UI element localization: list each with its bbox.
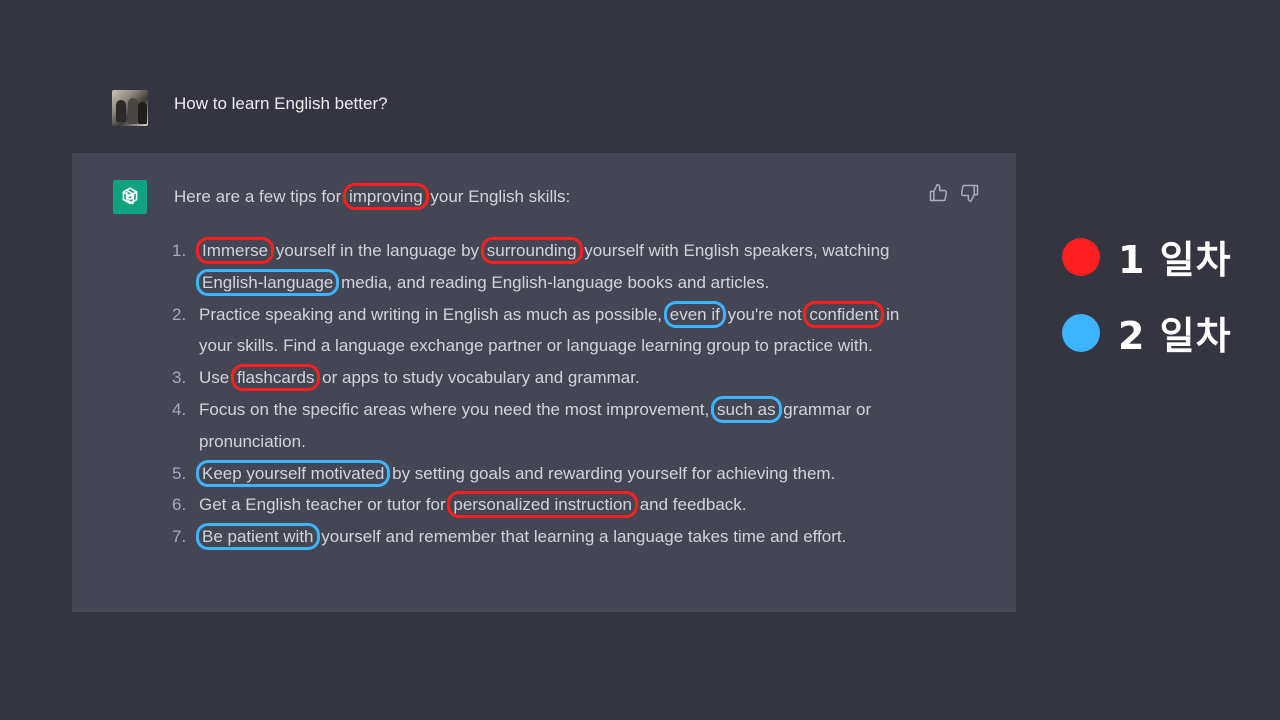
blue-dot-icon bbox=[1062, 313, 1100, 352]
highlight-red: improving bbox=[342, 183, 429, 210]
list-item-text: Get a English teacher or tutor for bbox=[199, 495, 451, 515]
list-item-text: Focus on the specific areas where you ne… bbox=[199, 399, 714, 419]
list-item-text: Practice speaking and writing in English… bbox=[199, 304, 667, 324]
list-item: 1. Immerse yourself in the language by su… bbox=[172, 235, 932, 299]
thumbs-down-icon[interactable] bbox=[960, 183, 980, 203]
highlight-blue: English-language bbox=[196, 268, 340, 296]
red-dot-icon bbox=[1062, 237, 1100, 276]
user-avatar bbox=[112, 90, 148, 126]
list-item: 5. Keep yourself motivated by setting goa… bbox=[172, 458, 932, 490]
list-item-number: 7. bbox=[172, 527, 187, 547]
highlight-red: personalized instruction bbox=[447, 491, 638, 519]
list-item: 7. Be patient with yourself and remember … bbox=[172, 521, 932, 553]
list-item: 6. Get a English teacher or tutor for per… bbox=[172, 489, 932, 521]
assistant-message-panel: Here are a few tips for improving your E… bbox=[72, 153, 1016, 612]
list-item-number: 5. bbox=[172, 463, 187, 483]
intro-text-after: your English skills: bbox=[425, 187, 571, 206]
list-item-text: yourself in the language by bbox=[271, 241, 484, 260]
highlight-blue: Be patient with bbox=[196, 523, 320, 551]
legend-item-day2: 2 일차 bbox=[1062, 305, 1232, 360]
list-item: 4. Focus on the specific areas where you … bbox=[172, 394, 932, 458]
list-item-text: yourself and remember that learning a la… bbox=[316, 527, 847, 547]
list-item-text: or apps to study vocabulary and grammar. bbox=[317, 368, 640, 388]
list-item-text: Use bbox=[199, 368, 234, 388]
highlight-red: Immerse bbox=[196, 237, 275, 264]
thumbs-up-icon[interactable] bbox=[928, 183, 948, 203]
legend-label: 2 일차 bbox=[1118, 314, 1232, 358]
tips-list: 1. Immerse yourself in the language by su… bbox=[172, 235, 932, 553]
highlight-red: flashcards bbox=[230, 364, 321, 392]
openai-logo-icon bbox=[113, 180, 147, 214]
list-item-text: you're not bbox=[722, 304, 807, 324]
legend-item-day1: 1 일차 bbox=[1062, 229, 1232, 284]
highlight-blue: even if bbox=[663, 300, 726, 328]
highlight-blue: such as bbox=[710, 395, 782, 423]
intro-text-before: Here are a few tips for bbox=[174, 187, 346, 206]
legend-label: 1 일차 bbox=[1118, 238, 1232, 282]
list-item: 3. Use flashcards or apps to study vocabu… bbox=[172, 362, 932, 394]
highlight-blue: Keep yourself motivated bbox=[196, 459, 391, 487]
list-item-text: by setting goals and rewarding yourself … bbox=[387, 463, 836, 483]
list-item-number: 3. bbox=[172, 368, 187, 388]
highlight-red: surrounding bbox=[480, 237, 583, 264]
user-message-row: How to learn English better? bbox=[0, 72, 1016, 152]
list-item-text: and feedback. bbox=[634, 495, 747, 515]
list-item-number: 6. bbox=[172, 495, 187, 515]
highlight-red: confident bbox=[803, 300, 885, 328]
list-item: 2. Practice speaking and writing in Engli… bbox=[172, 299, 932, 363]
list-item-number: 4. bbox=[172, 399, 187, 419]
list-item-number: 1. bbox=[172, 241, 187, 260]
list-item-text: yourself with English speakers, watching bbox=[579, 241, 890, 260]
list-item-text: media, and reading English-language book… bbox=[336, 272, 770, 292]
assistant-intro: Here are a few tips for improving your E… bbox=[174, 183, 571, 210]
list-item-number: 2. bbox=[172, 304, 187, 324]
user-message-text: How to learn English better? bbox=[174, 94, 388, 113]
